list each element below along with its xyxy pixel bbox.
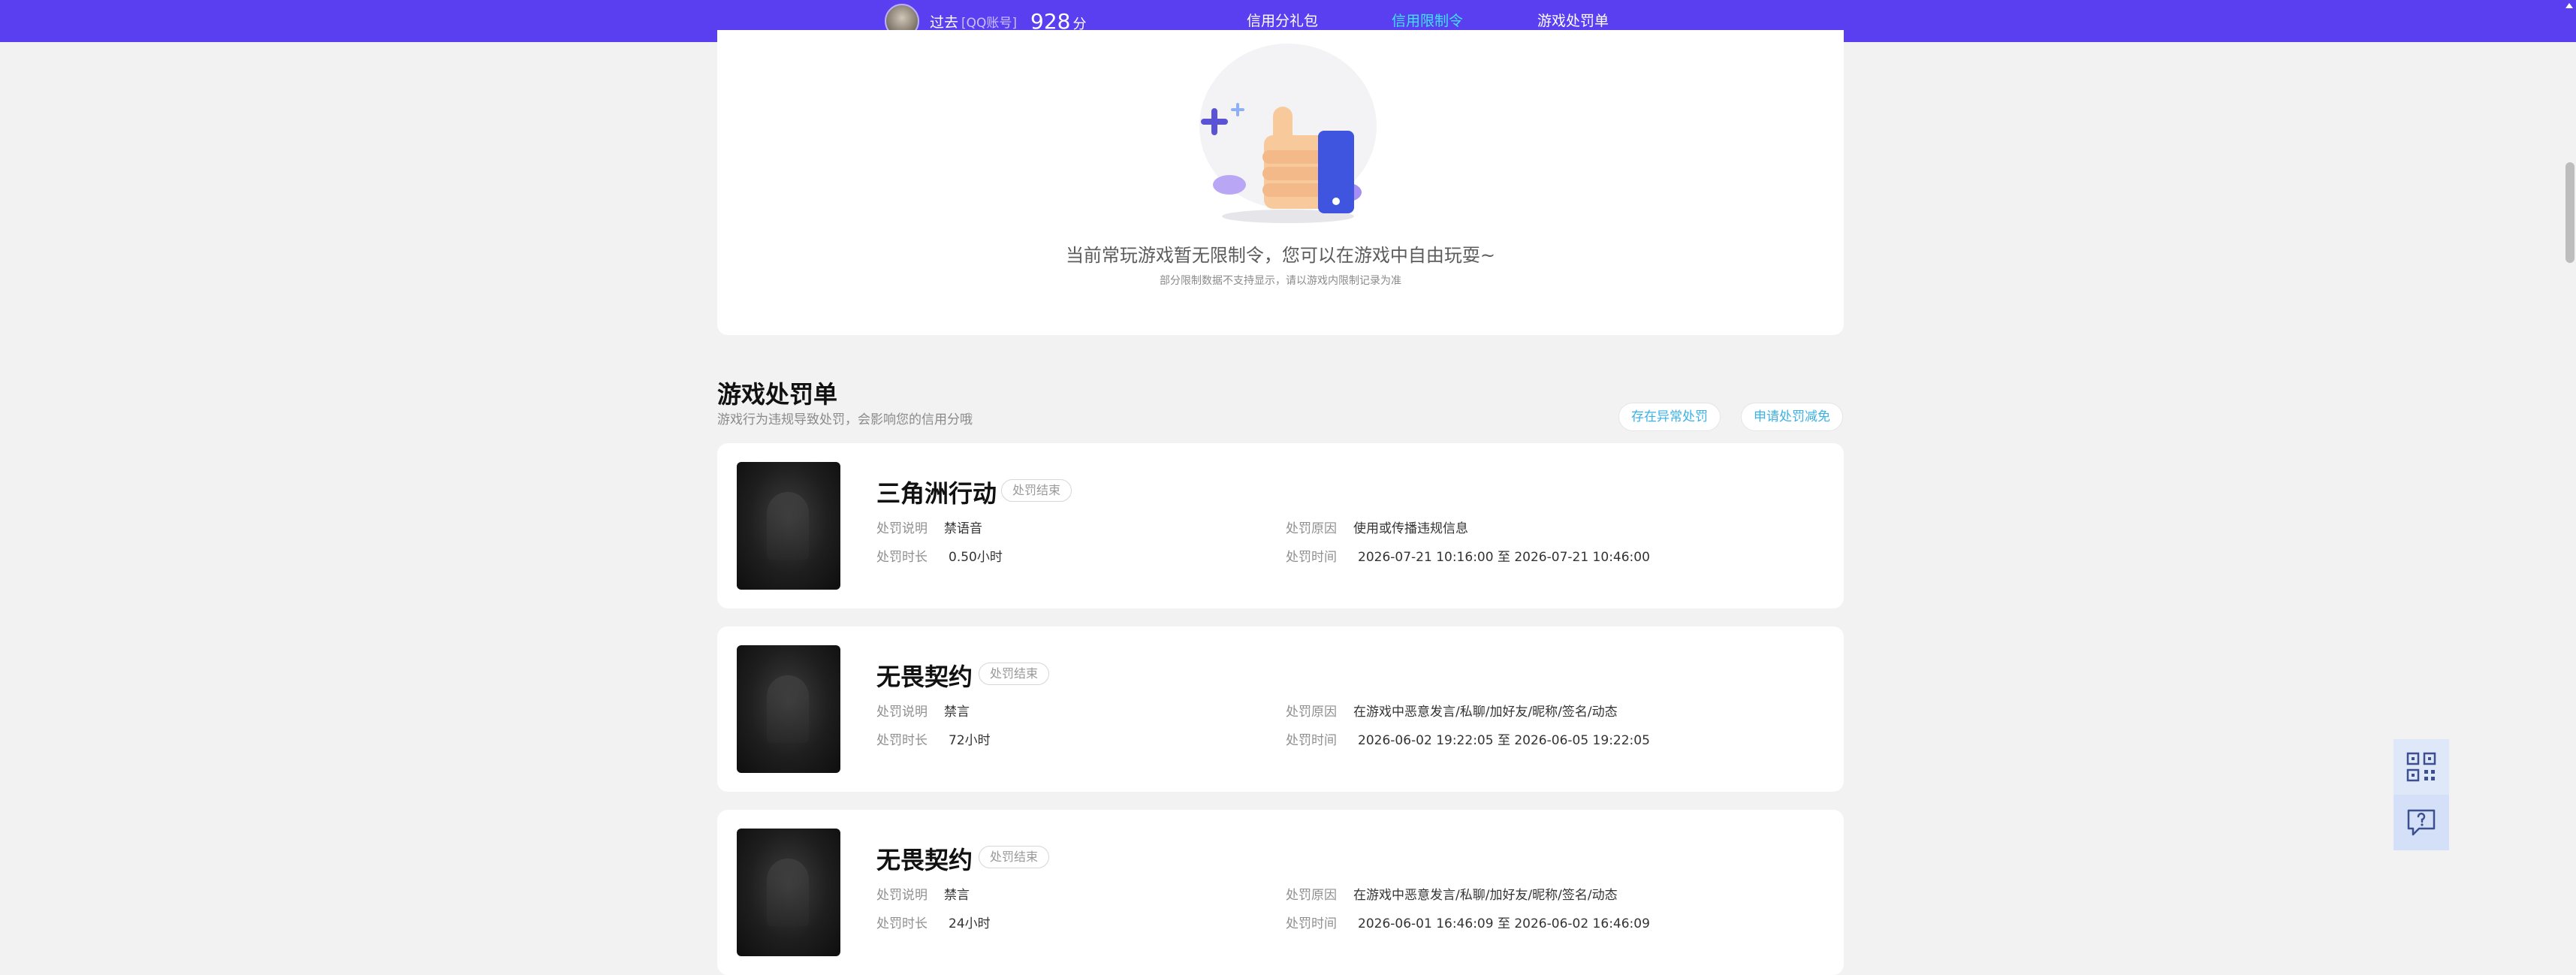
desc-label: 处罚说明 [876,705,928,720]
empty-state-subtext: 部分限制数据不支持显示，请以游戏内限制记录为准 [1160,275,1401,287]
time-value: 2026-07-21 10:16:00 至 2026-07-21 10:46:0… [1358,550,1650,565]
time-label: 处罚时间 [1286,916,1337,931]
time-value: 2026-06-02 19:22:05 至 2026-06-05 19:22:0… [1358,733,1650,748]
penalty-card[interactable]: 无畏契约 处罚结束 处罚说明 禁言 处罚时长 24小时 处罚原因 在游戏中恶意发… [717,810,1844,975]
apply-penalty-reduction-button[interactable]: 申请处罚减免 [1741,403,1843,431]
penalty-card[interactable]: 三角洲行动 处罚结束 处罚说明 禁语音 处罚时长 0.50小时 处罚原因 使用或… [717,443,1844,608]
qrcode-button[interactable] [2394,739,2449,795]
desc-value: 禁语音 [944,521,982,536]
duration-label: 处罚时长 [876,733,928,748]
status-badge: 处罚结束 [1001,479,1072,502]
desc-value: 禁言 [944,705,970,720]
feedback-icon [2407,809,2436,836]
user-name: 过去 [930,14,959,31]
reason-value: 在游戏中恶意发言/私聊/加好友/昵称/签名/动态 [1353,888,1618,903]
game-title: 无畏契约 [876,846,973,874]
desc-label: 处罚说明 [876,521,928,536]
time-label: 处罚时间 [1286,733,1337,748]
status-badge: 处罚结束 [979,846,1050,868]
reason-value: 在游戏中恶意发言/私聊/加好友/昵称/签名/动态 [1353,705,1618,720]
game-title: 无畏契约 [876,663,973,691]
game-cover-image [737,829,840,956]
qrcode-icon [2406,752,2436,782]
penalty-section-title: 游戏处罚单 [717,380,838,409]
desc-value: 禁言 [944,888,970,903]
reason-label: 处罚原因 [1286,888,1337,903]
game-title: 三角洲行动 [876,479,997,508]
reason-label: 处罚原因 [1286,705,1337,720]
feedback-button[interactable] [2394,795,2449,850]
scroll-up-arrow-icon[interactable] [2565,3,2573,8]
reason-value: 使用或传播违规信息 [1353,521,1468,536]
reason-label: 处罚原因 [1286,521,1337,536]
game-cover-image [737,462,840,590]
duration-label: 处罚时长 [876,550,928,565]
time-label: 处罚时间 [1286,550,1337,565]
game-cover-image [737,645,840,773]
time-value: 2026-06-01 16:46:09 至 2026-06-02 16:46:0… [1358,916,1650,931]
duration-value: 0.50小时 [949,550,1003,565]
duration-label: 处罚时长 [876,916,928,931]
status-badge: 处罚结束 [979,663,1050,685]
thumbs-up-illustration-icon [1199,44,1377,223]
duration-value: 24小时 [949,916,991,931]
duration-value: 72小时 [949,733,991,748]
empty-state-text: 当前常玩游戏暂无限制令，您可以在游戏中自由玩耍~ [1065,245,1496,266]
account-type: [QQ账号] [961,15,1018,31]
penalty-section-subtitle: 游戏行为违规导致处罚，会影响您的信用分哦 [717,412,973,427]
abnormal-penalty-button[interactable]: 存在异常处罚 [1618,403,1721,431]
penalty-card[interactable]: 无畏契约 处罚结束 处罚说明 禁言 处罚时长 72小时 处罚原因 在游戏中恶意发… [717,626,1844,792]
scrollbar-thumb[interactable] [2565,162,2574,263]
desc-label: 处罚说明 [876,888,928,903]
restriction-card: 当前常玩游戏暂无限制令，您可以在游戏中自由玩耍~ 部分限制数据不支持显示，请以游… [717,30,1844,335]
